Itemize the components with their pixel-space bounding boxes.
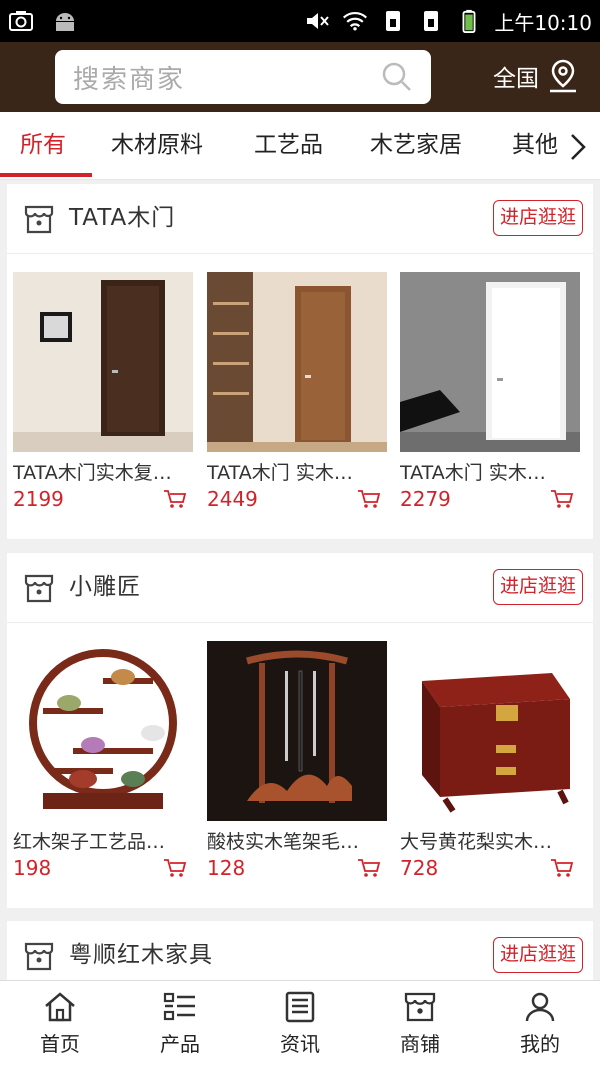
product-name: TATA木门 实木… <box>400 462 546 484</box>
nav-me-label: 我的 <box>520 1032 560 1056</box>
app-header: 搜索商家 全国 <box>0 42 600 112</box>
location-pin-icon <box>550 59 576 93</box>
product-image[interactable] <box>207 641 387 821</box>
nav-shops[interactable]: 商铺 <box>360 981 480 1067</box>
news-icon <box>285 991 315 1023</box>
shop-card: TATA木门 进店逛逛 TATA木门实木复… 2199 TATA木门 实木… 2… <box>7 184 593 539</box>
visit-shop-button[interactable]: 进店逛逛 <box>492 200 583 236</box>
status-bar: 上午10:10 <box>0 0 600 42</box>
active-tab-indicator <box>0 173 92 177</box>
battery-icon <box>462 9 476 33</box>
nav-news[interactable]: 资讯 <box>240 981 360 1067</box>
product-item[interactable]: 红木架子工艺品… 198 <box>13 641 193 880</box>
region-label: 全国 <box>493 66 539 92</box>
store-icon <box>24 205 54 234</box>
shop-header: 粤顺红木家具 进店逛逛 <box>7 921 593 980</box>
region-selector[interactable]: 全国 <box>493 58 579 94</box>
sim-2-icon <box>424 11 439 31</box>
store-icon <box>24 574 54 603</box>
cart-icon[interactable] <box>163 857 187 879</box>
shop-header: 小雕匠 进店逛逛 <box>7 553 593 623</box>
home-icon <box>45 992 75 1022</box>
product-name: 红木架子工艺品… <box>13 831 166 853</box>
nav-news-label: 资讯 <box>280 1032 320 1056</box>
product-item[interactable]: 大号黄花梨实木… 728 <box>400 641 580 880</box>
product-row: TATA木门实木复… 2199 TATA木门 实木… 2449 TATA木门 实… <box>7 254 593 539</box>
product-item[interactable]: TATA木门实木复… 2199 <box>13 272 193 511</box>
product-item[interactable]: 酸枝实木笔架毛… 128 <box>207 641 387 880</box>
shop-name: 粤顺红木家具 <box>69 942 213 968</box>
user-icon <box>525 992 555 1022</box>
shop-name: 小雕匠 <box>69 574 141 600</box>
nav-me[interactable]: 我的 <box>480 981 600 1067</box>
tab-wood-home[interactable]: 木艺家居 <box>370 112 462 180</box>
sim-1-icon <box>386 11 401 31</box>
search-placeholder: 搜索商家 <box>73 64 186 95</box>
nav-products[interactable]: 产品 <box>120 981 240 1067</box>
wifi-icon <box>343 11 368 31</box>
search-icon[interactable] <box>381 61 413 93</box>
product-image[interactable] <box>400 272 580 452</box>
tab-other[interactable]: 其他 <box>512 112 558 180</box>
cart-icon[interactable] <box>550 488 574 510</box>
android-icon <box>56 13 74 31</box>
product-name: 酸枝实木笔架毛… <box>207 831 360 853</box>
shop-name: TATA木门 <box>69 205 176 231</box>
nav-home[interactable]: 首页 <box>0 981 120 1067</box>
cart-icon[interactable] <box>357 488 381 510</box>
mute-icon <box>307 13 330 29</box>
cart-icon[interactable] <box>163 488 187 510</box>
list-icon <box>163 992 195 1021</box>
visit-shop-button[interactable]: 进店逛逛 <box>492 569 583 605</box>
tab-all[interactable]: 所有 <box>20 112 66 180</box>
bottom-navigation: 首页 产品 资讯 商铺 我的 <box>0 980 600 1067</box>
store-icon <box>24 942 54 971</box>
nav-home-label: 首页 <box>40 1032 80 1056</box>
tab-wood-material[interactable]: 木材原料 <box>111 112 203 180</box>
status-time: 上午10:10 <box>494 10 592 35</box>
nav-shops-label: 商铺 <box>400 1032 440 1056</box>
search-input[interactable]: 搜索商家 <box>55 50 431 104</box>
product-name: 大号黄花梨实木… <box>400 831 553 853</box>
cart-icon[interactable] <box>550 857 574 879</box>
screenshot-icon <box>9 11 33 31</box>
product-item[interactable]: TATA木门 实木… 2279 <box>400 272 580 511</box>
product-image[interactable] <box>13 641 193 821</box>
chevron-right-icon[interactable] <box>568 132 588 162</box>
visit-shop-button[interactable]: 进店逛逛 <box>492 937 583 973</box>
product-image[interactable] <box>13 272 193 452</box>
shop-header: TATA木门 进店逛逛 <box>7 184 593 254</box>
category-tabs: 所有 木材原料 工艺品 木艺家居 其他 <box>0 112 600 180</box>
cart-icon[interactable] <box>357 857 381 879</box>
product-name: TATA木门 实木… <box>207 462 353 484</box>
product-row: 红木架子工艺品… 198 酸枝实木笔架毛… 128 大号黄花梨实木… 728 <box>7 623 593 908</box>
product-item[interactable]: TATA木门 实木… 2449 <box>207 272 387 511</box>
store-icon <box>404 992 436 1022</box>
product-image[interactable] <box>207 272 387 452</box>
shop-card: 粤顺红木家具 进店逛逛 <box>7 921 593 980</box>
nav-products-label: 产品 <box>160 1032 200 1056</box>
shop-card: 小雕匠 进店逛逛 红木架子工艺品… 198 酸枝实木笔架毛… 128 大号黄花梨… <box>7 553 593 908</box>
tab-crafts[interactable]: 工艺品 <box>254 112 323 180</box>
product-image[interactable] <box>400 641 580 821</box>
product-name: TATA木门实木复… <box>13 462 172 484</box>
